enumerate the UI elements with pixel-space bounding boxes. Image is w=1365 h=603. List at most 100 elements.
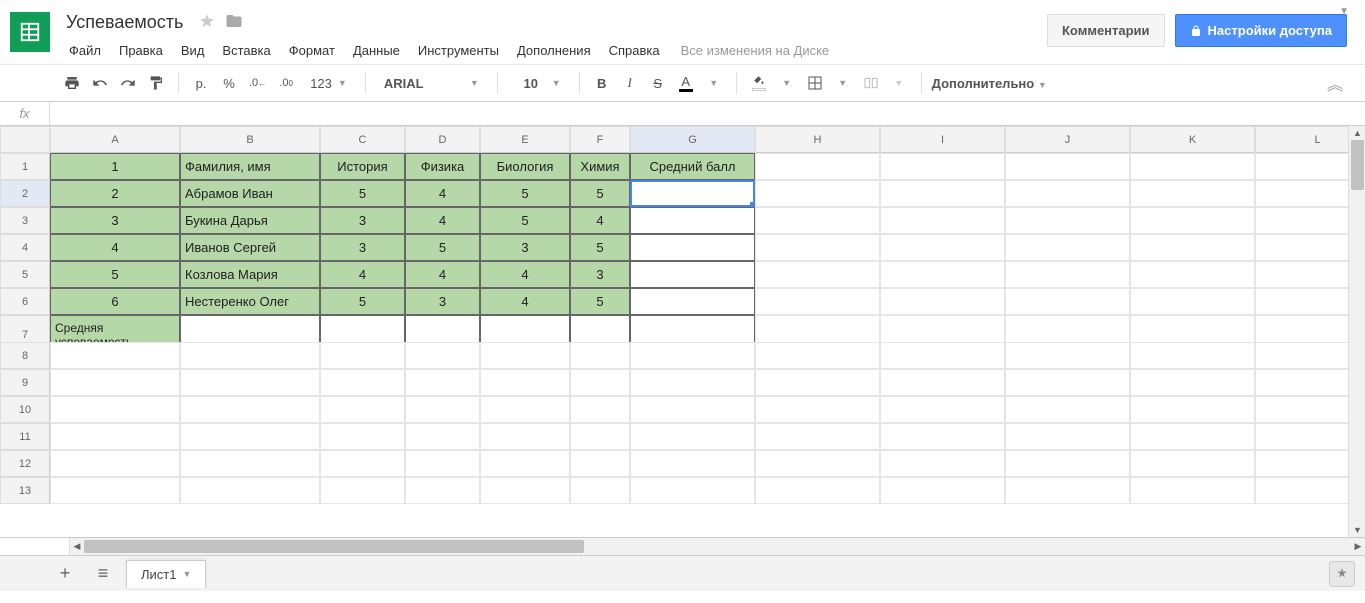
row-header-3[interactable]: 3 xyxy=(0,207,50,234)
scroll-right-icon[interactable]: ▶ xyxy=(1351,538,1365,555)
formula-input[interactable] xyxy=(50,102,1365,125)
comments-button[interactable]: Комментарии xyxy=(1047,14,1165,47)
cell-C2[interactable]: 5 xyxy=(320,180,405,207)
cell-I2[interactable] xyxy=(880,180,1005,207)
document-title[interactable]: Успеваемость xyxy=(60,10,189,35)
cell-A9[interactable] xyxy=(50,369,180,396)
text-color-button[interactable]: A xyxy=(674,70,698,96)
menu-help[interactable]: Справка xyxy=(600,39,669,62)
cell-D12[interactable] xyxy=(405,450,480,477)
scroll-down-icon[interactable]: ▼ xyxy=(1349,523,1365,537)
borders-button[interactable] xyxy=(803,70,827,96)
col-header-B[interactable]: B xyxy=(180,126,320,153)
cell-F5[interactable]: 3 xyxy=(570,261,630,288)
cell-F13[interactable] xyxy=(570,477,630,504)
sheet-tab-1[interactable]: Лист1 ▼ xyxy=(126,560,206,588)
row-header-13[interactable]: 13 xyxy=(0,477,50,504)
scroll-left-icon[interactable]: ◀ xyxy=(70,538,84,555)
italic-button[interactable]: I xyxy=(618,70,642,96)
all-sheets-button[interactable]: ≡ xyxy=(88,560,118,588)
cell-J1[interactable] xyxy=(1005,153,1130,180)
cell-F12[interactable] xyxy=(570,450,630,477)
cell-E10[interactable] xyxy=(480,396,570,423)
cell-C8[interactable] xyxy=(320,342,405,369)
cell-I4[interactable] xyxy=(880,234,1005,261)
app-logo[interactable] xyxy=(0,0,60,64)
cell-I1[interactable] xyxy=(880,153,1005,180)
cell-E1[interactable]: Биология xyxy=(480,153,570,180)
redo-icon[interactable] xyxy=(116,70,140,96)
cell-F4[interactable]: 5 xyxy=(570,234,630,261)
row-header-10[interactable]: 10 xyxy=(0,396,50,423)
cell-A4[interactable]: 4 xyxy=(50,234,180,261)
row-header-9[interactable]: 9 xyxy=(0,369,50,396)
cell-G10[interactable] xyxy=(630,396,755,423)
cell-K6[interactable] xyxy=(1130,288,1255,315)
cell-J12[interactable] xyxy=(1005,450,1130,477)
row-header-12[interactable]: 12 xyxy=(0,450,50,477)
spreadsheet-grid[interactable]: A B C D E F G H I J K L 1 1 Фамилия, имя… xyxy=(0,126,1365,504)
cell-C1[interactable]: История xyxy=(320,153,405,180)
cell-E11[interactable] xyxy=(480,423,570,450)
cell-H11[interactable] xyxy=(755,423,880,450)
hscroll-thumb[interactable] xyxy=(84,540,584,553)
cell-D11[interactable] xyxy=(405,423,480,450)
increase-decimal-button[interactable]: .00 xyxy=(274,70,298,96)
cell-H5[interactable] xyxy=(755,261,880,288)
cell-K4[interactable] xyxy=(1130,234,1255,261)
cell-A2[interactable]: 2 xyxy=(50,180,180,207)
cell-G9[interactable] xyxy=(630,369,755,396)
cell-A1[interactable]: 1 xyxy=(50,153,180,180)
number-format-combo[interactable]: 123▼ xyxy=(302,70,355,96)
cell-A13[interactable] xyxy=(50,477,180,504)
cell-B10[interactable] xyxy=(180,396,320,423)
cell-F1[interactable]: Химия xyxy=(570,153,630,180)
cell-B1[interactable]: Фамилия, имя xyxy=(180,153,320,180)
cell-B2[interactable]: Абрамов Иван xyxy=(180,180,320,207)
col-header-H[interactable]: H xyxy=(755,126,880,153)
add-sheet-button[interactable]: + xyxy=(50,560,80,588)
print-icon[interactable] xyxy=(60,70,84,96)
merge-caret[interactable]: ▼ xyxy=(887,70,911,96)
cell-C13[interactable] xyxy=(320,477,405,504)
cell-B12[interactable] xyxy=(180,450,320,477)
cell-B4[interactable]: Иванов Сергей xyxy=(180,234,320,261)
folder-icon[interactable] xyxy=(225,12,243,33)
menu-data[interactable]: Данные xyxy=(344,39,409,62)
cell-B8[interactable] xyxy=(180,342,320,369)
strikethrough-button[interactable]: S xyxy=(646,70,670,96)
fill-color-button[interactable] xyxy=(747,70,771,96)
paint-format-icon[interactable] xyxy=(144,70,168,96)
cell-J3[interactable] xyxy=(1005,207,1130,234)
cell-C6[interactable]: 5 xyxy=(320,288,405,315)
cell-E4[interactable]: 3 xyxy=(480,234,570,261)
cell-A12[interactable] xyxy=(50,450,180,477)
share-button[interactable]: Настройки доступа xyxy=(1175,14,1347,47)
explore-button[interactable] xyxy=(1329,561,1355,587)
cell-F6[interactable]: 5 xyxy=(570,288,630,315)
star-icon[interactable] xyxy=(199,13,215,32)
cell-F3[interactable]: 4 xyxy=(570,207,630,234)
menu-edit[interactable]: Правка xyxy=(110,39,172,62)
row-header-2[interactable]: 2 xyxy=(0,180,50,207)
vertical-scrollbar[interactable]: ▲ ▼ xyxy=(1348,126,1365,537)
cell-E8[interactable] xyxy=(480,342,570,369)
cell-I3[interactable] xyxy=(880,207,1005,234)
cell-H10[interactable] xyxy=(755,396,880,423)
menu-insert[interactable]: Вставка xyxy=(213,39,279,62)
cell-F10[interactable] xyxy=(570,396,630,423)
more-toolbar-button[interactable]: Дополнительно ▼ xyxy=(932,76,1047,91)
menu-file[interactable]: Файл xyxy=(60,39,110,62)
cell-C3[interactable]: 3 xyxy=(320,207,405,234)
cell-H8[interactable] xyxy=(755,342,880,369)
col-header-A[interactable]: A xyxy=(50,126,180,153)
cell-F8[interactable] xyxy=(570,342,630,369)
cell-A10[interactable] xyxy=(50,396,180,423)
cell-D1[interactable]: Физика xyxy=(405,153,480,180)
cell-J13[interactable] xyxy=(1005,477,1130,504)
cell-H13[interactable] xyxy=(755,477,880,504)
cell-J11[interactable] xyxy=(1005,423,1130,450)
bold-button[interactable]: B xyxy=(590,70,614,96)
decrease-decimal-button[interactable]: .0← xyxy=(245,70,270,96)
cell-G13[interactable] xyxy=(630,477,755,504)
